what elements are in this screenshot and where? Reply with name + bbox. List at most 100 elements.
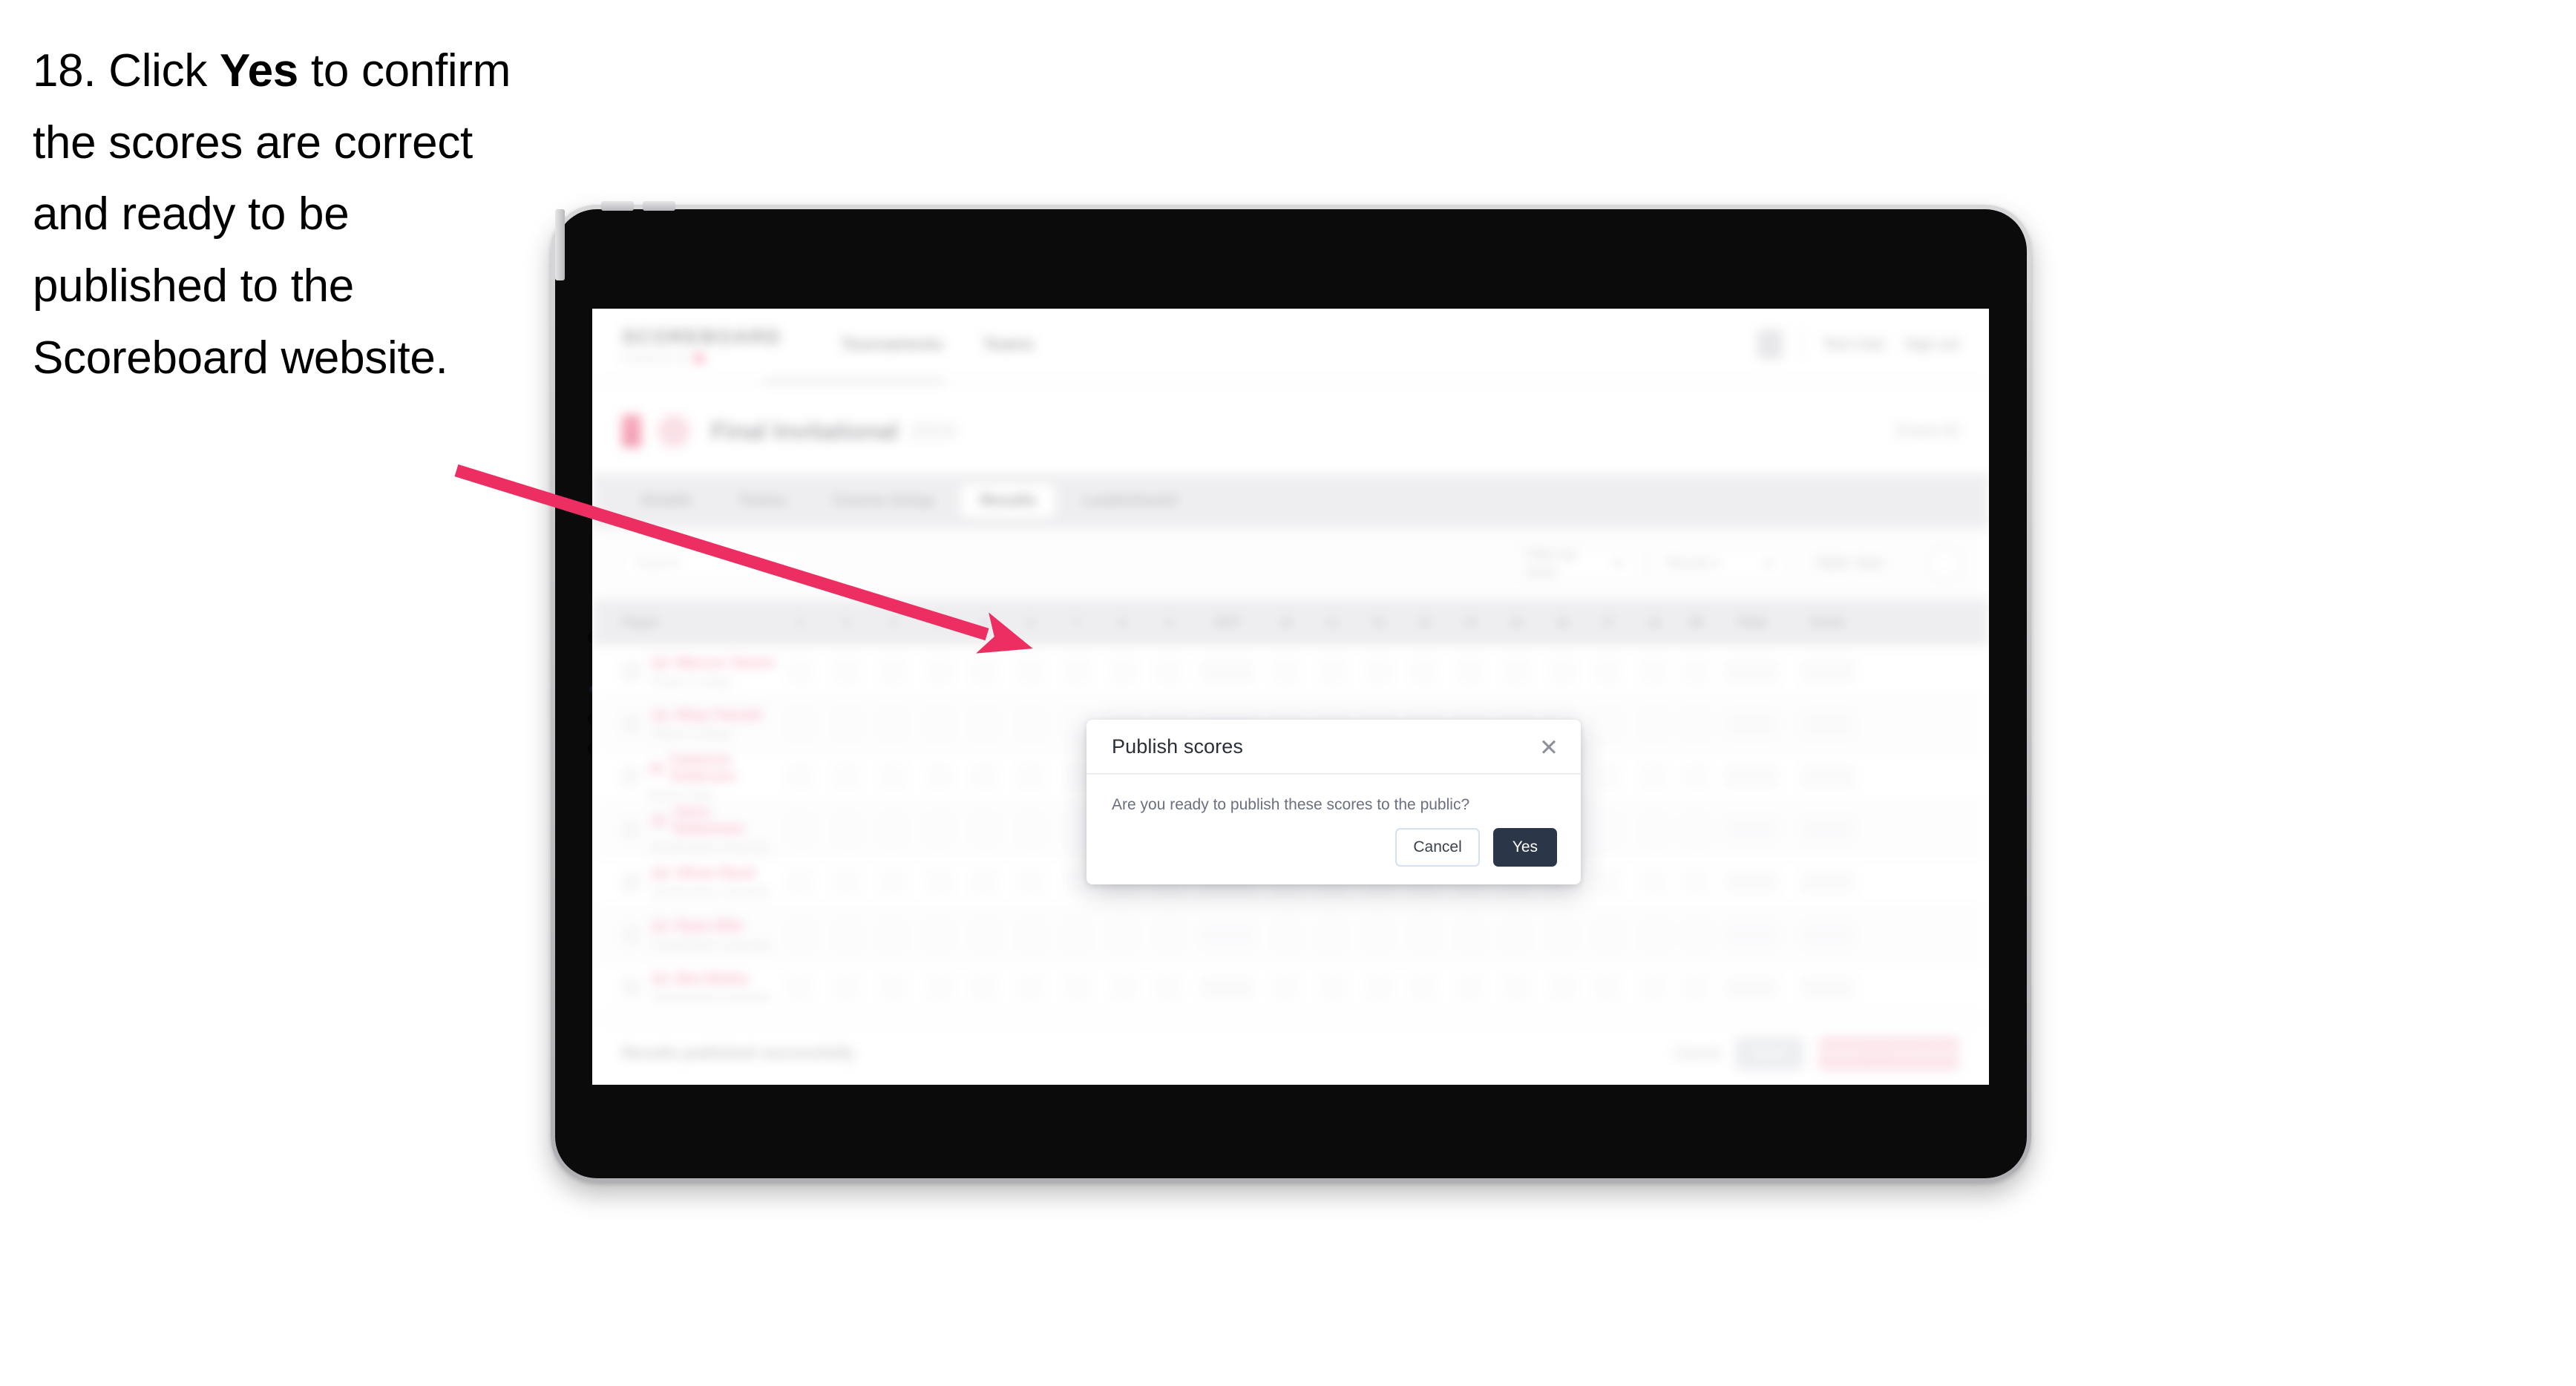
cancel-link[interactable]: Cancel xyxy=(1674,1045,1720,1063)
score-cell[interactable] xyxy=(1064,974,1089,1000)
score-cell[interactable] xyxy=(1064,869,1089,895)
score-cell[interactable] xyxy=(1320,974,1345,1000)
score-cell[interactable] xyxy=(1550,658,1575,684)
cancel-button[interactable]: Cancel xyxy=(1395,828,1480,867)
score-cell[interactable] xyxy=(834,711,859,737)
score-cell[interactable] xyxy=(880,974,905,1000)
score-cell[interactable] xyxy=(834,658,859,684)
avatar[interactable] xyxy=(1757,329,1783,359)
row-checkbox[interactable] xyxy=(622,819,640,839)
score-cell[interactable] xyxy=(1366,974,1391,1000)
score-cell[interactable] xyxy=(1018,763,1043,789)
score-cell[interactable] xyxy=(880,922,905,947)
score-cell[interactable] xyxy=(788,974,813,1000)
table-row[interactable]: Ben Bailey Southampton University xyxy=(592,962,1989,1014)
score-cell[interactable] xyxy=(1366,922,1391,947)
save-button[interactable]: Save xyxy=(1735,1037,1803,1071)
score-cell[interactable] xyxy=(1642,816,1667,842)
score-cell[interactable] xyxy=(1596,974,1621,1000)
score-cell[interactable] xyxy=(1412,658,1437,684)
table-row[interactable]: Ryan Ellis Southampton University xyxy=(592,909,1989,962)
score-cell[interactable] xyxy=(1412,974,1437,1000)
score-cell[interactable] xyxy=(1412,922,1437,947)
score-cell[interactable] xyxy=(1018,974,1043,1000)
score-cell[interactable] xyxy=(1320,922,1345,947)
score-cell[interactable] xyxy=(1156,658,1182,684)
score-cell[interactable] xyxy=(788,922,813,947)
score-cell[interactable] xyxy=(1018,922,1043,947)
score-cell[interactable] xyxy=(1504,974,1529,1000)
tab-leaderboard[interactable]: Leaderboard xyxy=(1063,484,1196,518)
score-cell[interactable] xyxy=(1596,922,1621,947)
row-checkbox[interactable] xyxy=(622,924,641,945)
score-cell[interactable] xyxy=(1642,658,1667,684)
score-cell[interactable] xyxy=(788,763,813,789)
score-cell[interactable] xyxy=(834,869,859,895)
volume-up-button[interactable] xyxy=(601,201,634,211)
nav-item-teams[interactable]: Teams xyxy=(983,335,1034,354)
score-cell[interactable] xyxy=(926,974,951,1000)
score-cell[interactable] xyxy=(1156,974,1182,1000)
score-cell[interactable] xyxy=(1458,974,1483,1000)
score-cell[interactable] xyxy=(788,658,813,684)
score-cell[interactable] xyxy=(880,869,905,895)
score-cell[interactable] xyxy=(972,658,997,684)
score-cell[interactable] xyxy=(1064,658,1089,684)
score-cell[interactable] xyxy=(1504,658,1529,684)
row-checkbox[interactable] xyxy=(622,766,638,786)
score-cell[interactable] xyxy=(788,816,813,842)
score-cell[interactable] xyxy=(1642,763,1667,789)
score-cell[interactable] xyxy=(1596,816,1621,842)
score-cell[interactable] xyxy=(926,658,951,684)
score-cell[interactable] xyxy=(972,763,997,789)
nav-item-tournaments[interactable]: Tournaments xyxy=(841,335,943,354)
tab-teams[interactable]: Teams xyxy=(719,484,806,518)
score-cell[interactable] xyxy=(880,711,905,737)
score-cell[interactable] xyxy=(1596,869,1621,895)
score-cell[interactable] xyxy=(926,763,951,789)
score-cell[interactable] xyxy=(972,816,997,842)
score-cell[interactable] xyxy=(834,974,859,1000)
score-cell[interactable] xyxy=(834,922,859,947)
score-cell[interactable] xyxy=(1156,922,1182,947)
score-cell[interactable] xyxy=(1596,711,1621,737)
table-row[interactable]: Marcus Tanner Player's College xyxy=(592,646,1989,698)
close-icon[interactable]: ✕ xyxy=(1536,735,1561,760)
score-cell[interactable] xyxy=(1458,658,1483,684)
score-cell[interactable] xyxy=(926,816,951,842)
row-checkbox[interactable] xyxy=(622,977,641,997)
score-cell[interactable] xyxy=(1642,711,1667,737)
score-cell[interactable] xyxy=(1064,711,1089,737)
search-input[interactable]: Search xyxy=(622,547,800,581)
score-cell[interactable] xyxy=(1018,816,1043,842)
sign-out-link[interactable]: Sign out xyxy=(1905,336,1959,353)
tab-course-setup[interactable]: Course Setup xyxy=(813,484,954,518)
volume-down-button[interactable] xyxy=(643,201,675,211)
brand-logo[interactable]: SCOREBOARD POWERED BY xyxy=(622,326,781,364)
filter-view-select[interactable]: Table View xyxy=(1803,547,1915,581)
score-cell[interactable] xyxy=(1064,922,1089,947)
score-cell[interactable] xyxy=(972,869,997,895)
score-cell[interactable] xyxy=(1320,658,1345,684)
filter-team-select[interactable]: Filter by team xyxy=(1513,547,1637,581)
tab-details[interactable]: Details xyxy=(622,484,712,518)
settings-icon[interactable] xyxy=(1931,550,1959,578)
score-cell[interactable] xyxy=(834,763,859,789)
row-checkbox[interactable] xyxy=(622,872,641,892)
score-cell[interactable] xyxy=(1504,922,1529,947)
user-name[interactable]: Test User xyxy=(1823,336,1885,353)
score-cell[interactable] xyxy=(1550,922,1575,947)
score-cell[interactable] xyxy=(1110,974,1135,1000)
score-cell[interactable] xyxy=(1018,658,1043,684)
score-cell[interactable] xyxy=(1110,658,1135,684)
score-cell[interactable] xyxy=(1018,869,1043,895)
score-cell[interactable] xyxy=(972,711,997,737)
score-cell[interactable] xyxy=(1018,711,1043,737)
score-cell[interactable] xyxy=(1596,658,1621,684)
score-cell[interactable] xyxy=(972,922,997,947)
score-cell[interactable] xyxy=(1366,658,1391,684)
score-cell[interactable] xyxy=(788,711,813,737)
score-cell[interactable] xyxy=(880,763,905,789)
score-cell[interactable] xyxy=(880,658,905,684)
score-cell[interactable] xyxy=(1550,974,1575,1000)
